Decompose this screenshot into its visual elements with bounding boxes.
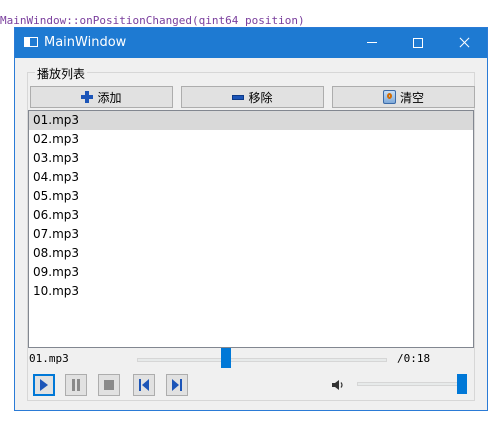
playlist-item[interactable]: 01.mp3 (29, 111, 473, 130)
volume-slider-handle[interactable] (457, 374, 467, 394)
playlist-group-title: 播放列表 (35, 67, 88, 81)
add-button[interactable]: 添加 (30, 86, 173, 108)
volume-slider-track[interactable] (357, 382, 467, 386)
playlist-item[interactable]: 06.mp3 (29, 206, 473, 225)
stop-icon (104, 380, 114, 390)
previous-button[interactable] (133, 374, 155, 396)
playlist-item[interactable]: 09.mp3 (29, 263, 473, 282)
previous-icon (139, 379, 149, 391)
play-icon (40, 379, 48, 391)
time-label: /0:18 (397, 352, 431, 365)
current-file-label: 01.mp3 (29, 352, 69, 365)
position-slider-track[interactable] (137, 358, 387, 362)
playlist-list[interactable]: 01.mp3 02.mp3 03.mp3 04.mp3 05.mp3 06.mp… (28, 110, 474, 348)
pause-icon (72, 379, 80, 391)
close-button[interactable] (441, 28, 487, 58)
plus-icon (81, 91, 94, 103)
next-icon (172, 379, 182, 391)
play-button[interactable] (33, 374, 55, 396)
maximize-button[interactable] (395, 28, 441, 58)
remove-button-label: 移除 (248, 90, 273, 105)
playlist-item[interactable]: 07.mp3 (29, 225, 473, 244)
playlist-item[interactable]: 02.mp3 (29, 130, 473, 149)
clear-list-icon (382, 90, 396, 104)
playlist-item[interactable]: 05.mp3 (29, 187, 473, 206)
clear-button-label: 清空 (399, 90, 424, 105)
playlist-item[interactable]: 03.mp3 (29, 149, 473, 168)
window-title: MainWindow (44, 35, 127, 50)
stop-button[interactable] (98, 374, 120, 396)
clear-button[interactable]: 清空 (332, 86, 475, 108)
speaker-icon[interactable] (331, 378, 345, 392)
minus-icon (232, 94, 245, 100)
minimize-button[interactable] (349, 28, 395, 58)
window-app-icon (24, 37, 38, 47)
playlist-item[interactable]: 10.mp3 (29, 282, 473, 301)
main-window: MainWindow 播放列表 添加 移除 清空 01.mp3 02.mp3 0… (14, 27, 488, 411)
playlist-item[interactable]: 08.mp3 (29, 244, 473, 263)
add-button-label: 添加 (97, 90, 122, 105)
remove-button[interactable]: 移除 (181, 86, 324, 108)
next-button[interactable] (166, 374, 188, 396)
background-code-snippet: MainWindow::onPositionChanged(qint64 pos… (0, 14, 305, 27)
position-slider-handle[interactable] (221, 348, 231, 368)
title-bar[interactable]: MainWindow (15, 28, 487, 58)
playlist-item[interactable]: 04.mp3 (29, 168, 473, 187)
pause-button[interactable] (65, 374, 87, 396)
